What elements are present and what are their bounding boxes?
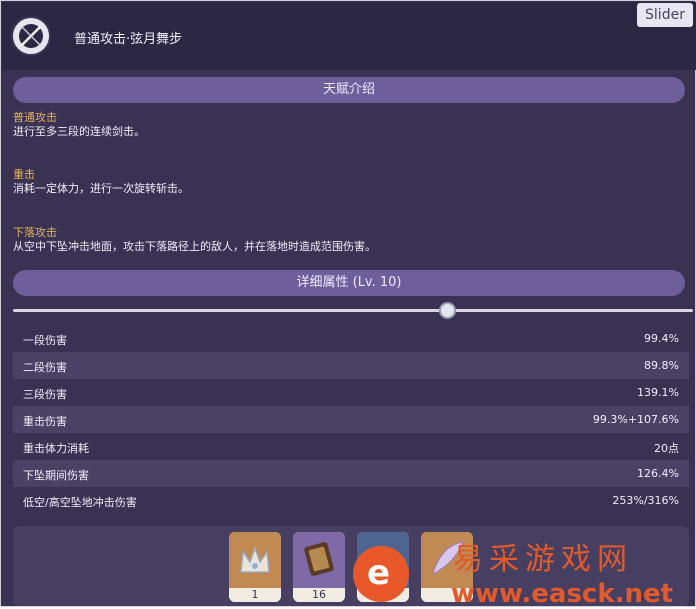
material-item[interactable]: 1 xyxy=(229,532,281,602)
stat-value: 253%/316% xyxy=(612,494,679,507)
stat-value: 99.4% xyxy=(644,332,679,345)
stat-label: 低空/高空坠地冲击伤害 xyxy=(23,496,137,509)
book-icon xyxy=(293,532,345,588)
stat-label: 二段伤害 xyxy=(23,361,67,374)
material-item[interactable]: 16 xyxy=(293,532,345,602)
talent-panel: 普通攻击·弦月舞步 Slider 天赋介绍 普通攻击 进行至多三段的连续剑击。 … xyxy=(0,0,696,609)
stat-row: 三段伤害 139.1% xyxy=(13,379,689,406)
stat-row: 重击伤害 99.3%+107.6% xyxy=(13,406,689,433)
stat-label: 下坠期间伤害 xyxy=(23,469,89,482)
material-count: 1 xyxy=(229,588,281,602)
stat-value: 20点 xyxy=(654,442,679,455)
slider-tag: Slider xyxy=(637,3,693,27)
talent-description: 下落攻击 从空中下坠冲击地面，攻击下落路径上的敌人，并在落地时造成范围伤害。 xyxy=(13,226,673,254)
stat-row: 重击体力消耗 20点 xyxy=(13,433,689,460)
crossed-swords-icon xyxy=(21,26,41,46)
talent-header: 普通攻击·弦月舞步 xyxy=(2,2,696,70)
stat-row: 下坠期间伤害 126.4% xyxy=(13,460,689,487)
stat-label: 重击伤害 xyxy=(23,415,67,428)
stat-value: 89.8% xyxy=(644,359,679,372)
stat-row: 一段伤害 99.4% xyxy=(13,325,689,352)
stat-row: 低空/高空坠地冲击伤害 253%/316% xyxy=(13,487,689,514)
talent-title: 普通攻击·弦月舞步 xyxy=(74,32,183,47)
normal-attack-heading: 普通攻击 xyxy=(13,111,57,124)
material-count: 16 xyxy=(293,588,345,602)
charged-attack-text: 消耗一定体力，进行一次旋转斩击。 xyxy=(13,182,189,195)
stats-table: 一段伤害 99.4% 二段伤害 89.8% 三段伤害 139.1% 重击伤害 99.3%… xyxy=(13,325,689,514)
stat-label: 重击体力消耗 xyxy=(23,442,89,455)
watermark-logo-icon: e xyxy=(353,546,409,602)
normal-attack-text: 进行至多三段的连续剑击。 xyxy=(13,125,145,138)
plunge-attack-heading: 下落攻击 xyxy=(13,226,57,239)
stat-row: 二段伤害 89.8% xyxy=(13,352,689,379)
stat-label: 一段伤害 xyxy=(23,334,67,347)
talent-description: 普通攻击 进行至多三段的连续剑击。 xyxy=(13,111,673,139)
level-slider-handle[interactable] xyxy=(439,302,456,319)
crown-icon xyxy=(229,532,281,588)
level-slider-track[interactable] xyxy=(13,309,693,312)
stat-value: 126.4% xyxy=(637,467,679,480)
watermark-site-name: 易采游戏网 xyxy=(453,542,633,577)
stat-label: 三段伤害 xyxy=(23,388,67,401)
charged-attack-heading: 重击 xyxy=(13,168,35,181)
talent-description: 重击 消耗一定体力，进行一次旋转斩击。 xyxy=(13,168,673,196)
plunge-attack-text: 从空中下坠冲击地面，攻击下落路径上的敌人，并在落地时造成范围伤害。 xyxy=(13,240,376,253)
talent-intro-bar: 天赋介绍 xyxy=(13,77,685,103)
sword-emblem-icon xyxy=(11,16,51,56)
watermark-url: www.easck.net xyxy=(451,579,674,609)
detail-attributes-bar: 详细属性 (Lv. 10) xyxy=(13,270,685,296)
stat-value: 139.1% xyxy=(637,386,679,399)
stat-value: 99.3%+107.6% xyxy=(592,413,679,426)
